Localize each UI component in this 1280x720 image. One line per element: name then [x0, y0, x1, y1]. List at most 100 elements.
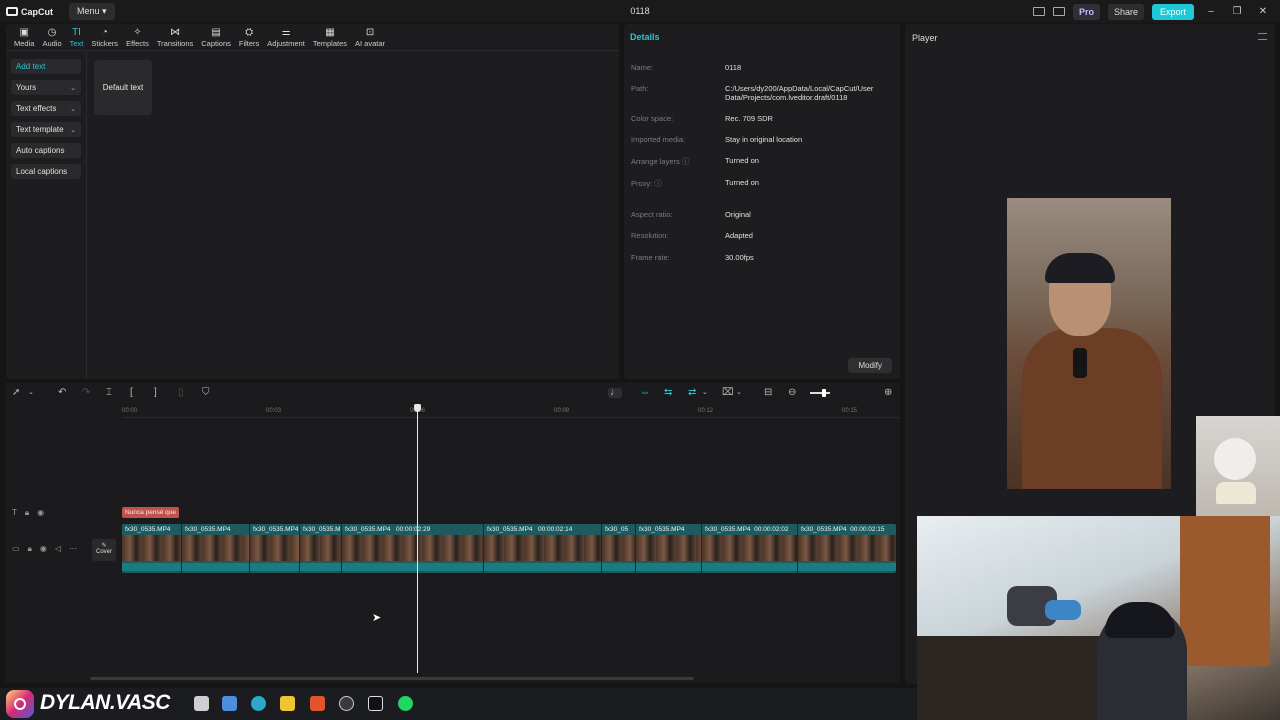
more-icon[interactable]: ⋯: [69, 544, 77, 554]
microphone-icon[interactable]: ♩: [608, 388, 622, 398]
detail-value: Original: [725, 210, 751, 219]
tab-media[interactable]: ▣ Media: [10, 24, 38, 50]
trim-left-icon[interactable]: [: [130, 388, 133, 398]
zoom-slider[interactable]: [810, 392, 830, 394]
chevron-down-icon[interactable]: ⌄: [28, 388, 34, 398]
share-button[interactable]: Share: [1107, 3, 1144, 20]
tab-audio[interactable]: ◷ Audio: [38, 24, 65, 50]
cover-button[interactable]: ✎ Cover: [92, 539, 116, 561]
taskview-icon[interactable]: [194, 696, 209, 711]
video-clip[interactable]: fx30_0535.MP4 00:00:02:15: [798, 524, 896, 573]
zoom-fit-icon[interactable]: ⊕: [884, 388, 892, 398]
detail-label: Frame rate:: [631, 253, 670, 262]
ruler-tick: 00:03: [266, 408, 282, 414]
detail-value: 0118: [725, 63, 742, 72]
tab-label: Text: [69, 39, 84, 48]
eye-icon[interactable]: ◉: [37, 508, 44, 518]
sidebar-item-label: Text template: [16, 125, 64, 134]
magnet-icon[interactable]: ⇆: [664, 388, 672, 398]
video-clip[interactable]: fx30_0535.MP4 00:00:02:02: [702, 524, 798, 573]
menu-icon[interactable]: [1258, 33, 1267, 40]
snap-icon[interactable]: ⇄: [688, 388, 696, 398]
speaker-icon[interactable]: ◁: [55, 544, 61, 554]
sidebar-item-text-effects[interactable]: Text effects ⌄: [11, 101, 81, 116]
redo-icon[interactable]: ↷: [82, 388, 90, 398]
link-clips-icon[interactable]: ⇔: [640, 388, 650, 398]
eye-icon[interactable]: ◉: [40, 544, 47, 554]
chevron-down-icon[interactable]: ⌄: [736, 388, 742, 398]
pro-button[interactable]: Pro: [1072, 3, 1100, 20]
tab-filters[interactable]: ⛭ Filters: [235, 24, 263, 50]
tab-ai-avatar[interactable]: ⊡ AI avatar: [351, 24, 389, 50]
zoom-slider-handle[interactable]: [822, 389, 826, 397]
edge-icon[interactable]: [251, 696, 266, 711]
spotify-icon[interactable]: [398, 696, 413, 711]
obs-icon[interactable]: [339, 696, 354, 711]
tab-text[interactable]: TI Text: [66, 24, 88, 50]
caption-icon[interactable]: ⊟: [764, 388, 772, 398]
video-clip[interactable]: fx30_0535.MP4: [636, 524, 702, 573]
detail-label: Proxy: ⓘ: [631, 179, 662, 188]
capcut-window: CapCut Menu ▾ 0118 Pro Share Export – ❐ …: [0, 0, 1280, 720]
tab-effects[interactable]: ✧ Effects: [122, 24, 153, 50]
brave-icon[interactable]: [310, 696, 325, 711]
file-explorer-icon[interactable]: [280, 696, 295, 711]
tab-label: Filters: [238, 39, 260, 48]
restore-icon[interactable]: ❐: [1228, 6, 1246, 17]
default-text-card[interactable]: Default text: [94, 60, 152, 115]
sidebar-item-local-captions[interactable]: Local captions: [11, 164, 81, 179]
lock-icon[interactable]: 🔒︎: [28, 544, 32, 554]
store-icon[interactable]: [222, 696, 237, 711]
trim-right-icon[interactable]: ]: [154, 388, 157, 398]
video-clip[interactable]: fx30_0535.MP4 00:00:02:14: [484, 524, 602, 573]
transitions-icon: ⋈: [170, 27, 181, 38]
tab-transitions[interactable]: ⋈ Transitions: [153, 24, 197, 50]
clip-thumbnails: [182, 535, 249, 561]
layout-icon[interactable]: [1032, 7, 1045, 16]
tab-templates[interactable]: ▦ Templates: [309, 24, 351, 50]
sidebar-item-text-template[interactable]: Text template ⌄: [11, 122, 81, 137]
split-icon[interactable]: ⌶: [106, 388, 112, 398]
sidebar-item-yours[interactable]: Yours ⌄: [11, 80, 81, 95]
shortcuts-icon[interactable]: [1052, 7, 1065, 16]
video-clip[interactable]: fx30_0535.MP4 00:00:02:29: [342, 524, 484, 573]
delete-icon[interactable]: ▯: [178, 388, 184, 398]
playhead-handle[interactable]: [414, 404, 421, 412]
undo-icon[interactable]: ↶: [58, 388, 66, 398]
detail-label: Color space:: [631, 114, 674, 123]
caption-clip[interactable]: Nunca pensé que: [122, 507, 179, 518]
tab-label: Captions: [201, 39, 231, 48]
tab-captions[interactable]: ▤ Captions: [197, 24, 235, 50]
video-clip[interactable]: fx30_05: [602, 524, 636, 573]
clip-waveform: [182, 563, 249, 571]
horizontal-scrollbar[interactable]: [90, 677, 694, 680]
clip-duration: 00:00:02:29: [395, 526, 431, 533]
preview-axis-icon[interactable]: ⌧: [722, 388, 734, 398]
sidebar-item-label: Text effects: [16, 104, 57, 113]
capcut-taskbar-icon[interactable]: [368, 696, 383, 711]
video-clip[interactable]: fx30_0535.MP4: [182, 524, 250, 573]
modify-button[interactable]: Modify: [848, 358, 892, 373]
media-panel: ▣ Media ◷ Audio TI Text ◔ Stickers ✧ Effects …: [6, 24, 619, 379]
zoom-out-icon[interactable]: ⊖: [788, 388, 796, 398]
video-clip[interactable]: fx30_0535.MP4: [122, 524, 182, 573]
select-tool-icon[interactable]: ➚: [12, 388, 20, 398]
export-button[interactable]: Export: [1151, 3, 1194, 20]
chevron-down-icon[interactable]: ⌄: [702, 388, 708, 398]
close-icon[interactable]: ✕: [1254, 6, 1272, 17]
sidebar-item-add-text[interactable]: Add text: [11, 59, 81, 74]
ruler-baseline: [122, 417, 900, 418]
timeline-toolbar: ➚ ⌄ ↶ ↷ ⌶ [ ] ▯ ⛉ ♩ ⇔ ⇆ ⇄ ⌄ ⌧ ⌄ ⊟ ⊖ ⊕: [6, 383, 900, 403]
video-clip[interactable]: fx30_0535.M: [300, 524, 342, 573]
video-clip[interactable]: fx30_0535.MP4: [250, 524, 300, 573]
time-ruler[interactable]: 00:00 00:03 00:06 00:09 00:12 00:15: [6, 405, 900, 419]
minimize-icon[interactable]: –: [1202, 6, 1220, 17]
taskbar: DYLAN.VASC: [0, 688, 917, 720]
shield-icon[interactable]: ⛉: [202, 388, 210, 398]
tab-stickers[interactable]: ◔ Stickers: [87, 24, 122, 50]
menu-button[interactable]: Menu ▾: [69, 3, 115, 20]
lock-icon[interactable]: 🔒︎: [25, 508, 29, 518]
tab-adjustment[interactable]: ⚌ Adjustment: [263, 24, 309, 50]
sidebar-item-auto-captions[interactable]: Auto captions: [11, 143, 81, 158]
playhead[interactable]: [417, 405, 418, 673]
